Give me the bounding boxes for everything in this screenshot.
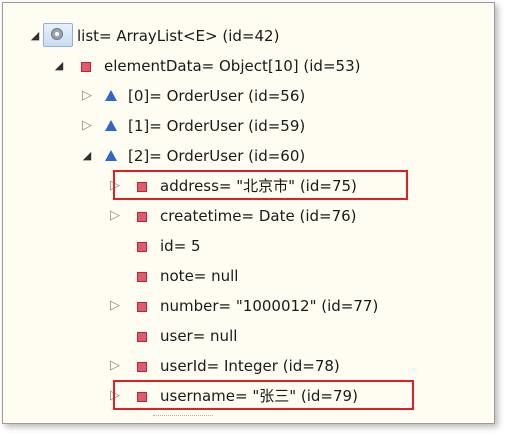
tree-row-createtime[interactable]: ▷ createtime= Date (id=76) — [3, 201, 494, 231]
expanded-toggle-icon[interactable]: ◢ — [29, 21, 41, 51]
static-field-icon — [51, 28, 63, 40]
field-icon — [137, 272, 147, 282]
tree-row-userid[interactable]: ▷ userId= Integer (id=78) — [3, 351, 494, 381]
field-icon — [81, 62, 91, 72]
tree-row-list[interactable]: ◢ list= ArrayList<E> (id=42) — [3, 21, 494, 51]
tree-row-user[interactable]: user= null — [3, 321, 494, 351]
collapsed-toggle-icon[interactable]: ▷ — [109, 351, 121, 381]
array-element-icon — [105, 90, 117, 101]
tree-row-label: [2]= OrderUser (id=60) — [128, 147, 306, 165]
tree-row-label: address= "北京市" (id=75) — [160, 177, 357, 195]
tree-row-label: elementData= Object[10] (id=53) — [104, 57, 361, 75]
field-icon — [137, 362, 147, 372]
tree-row-item-0[interactable]: ▷ [0]= OrderUser (id=56) — [3, 81, 494, 111]
tree-row-label: user= null — [160, 327, 238, 345]
collapsed-toggle-icon[interactable]: ▷ — [81, 81, 93, 111]
field-icon — [137, 182, 147, 192]
collapsed-toggle-icon[interactable]: ▷ — [81, 111, 93, 141]
tree-row-item-1[interactable]: ▷ [1]= OrderUser (id=59) — [3, 111, 494, 141]
clipped-row-hint — [153, 415, 213, 419]
tree-row-label: id= 5 — [160, 237, 201, 255]
expanded-toggle-icon[interactable]: ◢ — [81, 141, 93, 171]
field-icon — [137, 212, 147, 222]
array-element-icon — [105, 120, 117, 131]
tree-row-note[interactable]: note= null — [3, 261, 494, 291]
tree-row-item-2[interactable]: ◢ [2]= OrderUser (id=60) — [3, 141, 494, 171]
tree-row-id[interactable]: id= 5 — [3, 231, 494, 261]
tree-row-label: createtime= Date (id=76) — [160, 207, 357, 225]
tree-row-label: [1]= OrderUser (id=59) — [128, 117, 306, 135]
tree-row-username[interactable]: ▷ username= "张三" (id=79) — [3, 381, 494, 411]
array-element-icon — [105, 150, 117, 161]
tree-row-label: username= "张三" (id=79) — [160, 387, 358, 405]
field-icon — [137, 242, 147, 252]
tree-row-label: [0]= OrderUser (id=56) — [128, 87, 306, 105]
tree-row-number[interactable]: ▷ number= "1000012" (id=77) — [3, 291, 494, 321]
collapsed-toggle-icon[interactable]: ▷ — [109, 201, 121, 231]
tree-row-address[interactable]: ▷ address= "北京市" (id=75) — [3, 171, 494, 201]
collapsed-toggle-icon[interactable]: ▷ — [109, 381, 121, 411]
collapsed-toggle-icon[interactable]: ▷ — [109, 291, 121, 321]
variables-view: ◢ list= ArrayList<E> (id=42) ◢ elementDa… — [2, 2, 495, 424]
tree-row-label: number= "1000012" (id=77) — [160, 297, 379, 315]
field-icon — [137, 392, 147, 402]
tree-row-label: note= null — [160, 267, 239, 285]
tree-row-label: list= ArrayList<E> (id=42) — [77, 27, 280, 45]
collapsed-toggle-icon[interactable]: ▷ — [109, 171, 121, 201]
variable-tree: ◢ list= ArrayList<E> (id=42) ◢ elementDa… — [3, 3, 494, 423]
tree-row-elementdata[interactable]: ◢ elementData= Object[10] (id=53) — [3, 51, 494, 81]
expanded-toggle-icon[interactable]: ◢ — [53, 51, 65, 81]
field-icon — [137, 332, 147, 342]
tree-row-label: userId= Integer (id=78) — [160, 357, 340, 375]
field-icon — [137, 302, 147, 312]
